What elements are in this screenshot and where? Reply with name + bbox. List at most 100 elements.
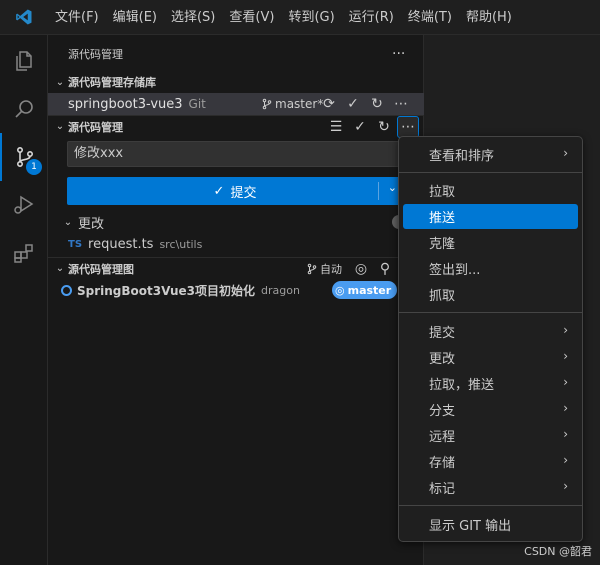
menu-item-changes[interactable]: 更改 ›: [403, 345, 578, 370]
sync-icon[interactable]: ⟳: [318, 93, 340, 115]
menu-edit[interactable]: 编辑(E): [106, 0, 164, 35]
menu-item-stash[interactable]: 存储 ›: [403, 449, 578, 474]
chevron-right-icon: ›: [563, 146, 568, 160]
menu-view[interactable]: 查看(V): [222, 0, 281, 35]
menu-terminal[interactable]: 终端(T): [401, 0, 459, 35]
menu-separator: [399, 312, 582, 313]
repositories-title: 源代码管理存储库: [68, 76, 156, 89]
branch-indicator[interactable]: master*: [261, 97, 323, 111]
menu-item-clone[interactable]: 克隆: [403, 230, 578, 255]
menu-item-label: 标记: [429, 482, 456, 497]
menu-help[interactable]: 帮助(H): [459, 0, 519, 35]
search-icon[interactable]: [0, 85, 48, 133]
repository-row[interactable]: springboot3-vue3 Git master* ⟳ ✓ ↻ ⋯: [48, 93, 424, 115]
chevron-right-icon: ›: [563, 323, 568, 337]
chevron-down-icon[interactable]: ⌄: [388, 181, 397, 194]
source-control-icon[interactable]: 1: [0, 133, 48, 181]
menu-item-tags[interactable]: 标记 ›: [403, 475, 578, 500]
check-icon: ✓: [213, 183, 225, 199]
menu-item-label: 拉取，推送: [429, 378, 495, 393]
repository-type: Git: [188, 97, 206, 111]
menu-item-label: 签出到...: [429, 263, 481, 278]
scm-section-header[interactable]: ⌄ 源代码管理 ☰ ✓ ↻ ⋯: [48, 115, 424, 138]
menu-go[interactable]: 转到(G): [281, 0, 341, 35]
target-icon[interactable]: ◎: [350, 258, 372, 280]
changed-file-row[interactable]: TS request.ts src\utils: [48, 233, 424, 255]
scm-more-icon[interactable]: ⋯: [397, 115, 419, 138]
graph-auto-label: 自动: [320, 262, 342, 276]
menu-item-label: 显示 GIT 输出: [429, 519, 512, 534]
menu-item-checkout[interactable]: 签出到...: [403, 256, 578, 281]
title-bar: 文件(F) 编辑(E) 选择(S) 查看(V) 转到(G) 运行(R) 终端(T…: [0, 0, 600, 35]
menu-file[interactable]: 文件(F): [48, 0, 106, 35]
target-icon: ◎: [335, 283, 345, 297]
menu-item-commit[interactable]: 提交 ›: [403, 319, 578, 344]
view-list-icon[interactable]: ☰: [325, 116, 347, 138]
graph-commit-row[interactable]: SpringBoot3Vue3项目初始化 dragon ◎ master: [48, 279, 424, 301]
extensions-icon[interactable]: [0, 229, 48, 277]
file-name: request.ts: [88, 236, 154, 252]
branch-badge: ◎ master: [332, 281, 398, 299]
menu-item-label: 查看和排序: [429, 149, 495, 164]
typescript-icon: TS: [68, 238, 83, 250]
menu-item-label: 存储: [429, 456, 456, 471]
menu-item-pull[interactable]: 拉取: [403, 178, 578, 203]
menu-separator: [399, 172, 582, 173]
sidebar-title: 源代码管理: [68, 48, 123, 61]
menu-item-view-sort[interactable]: 查看和排序 ›: [403, 142, 578, 167]
chevron-right-icon: ›: [563, 453, 568, 467]
chevron-right-icon: ›: [563, 401, 568, 415]
menu-item-label: 分支: [429, 404, 456, 419]
menu-separator: [399, 505, 582, 506]
branch-badge-label: master: [347, 283, 392, 297]
sidebar-header: 源代码管理 ···: [48, 43, 424, 65]
sidebar-more-button[interactable]: ···: [392, 46, 405, 62]
menu-item-branch[interactable]: 分支 ›: [403, 397, 578, 422]
repository-name: springboot3-vue3: [68, 96, 183, 112]
menu-item-label: 提交: [429, 326, 456, 341]
branch-name: master*: [275, 97, 324, 111]
file-path: src\utils: [159, 237, 203, 251]
commit-button[interactable]: ✓ 提交 ⌄: [67, 177, 403, 205]
menu-item-show-git-output[interactable]: 显示 GIT 输出: [403, 512, 578, 537]
chevron-down-icon: ⌄: [55, 121, 65, 132]
explorer-icon[interactable]: [0, 37, 48, 85]
menu-item-push[interactable]: 推送: [403, 204, 578, 229]
scm-more-context-menu: 查看和排序 › 拉取 推送 克隆 签出到... 抓取 提交 › 更改 › 拉取，推送 ›…: [398, 136, 583, 542]
repo-more-icon[interactable]: ⋯: [390, 93, 412, 115]
menu-run[interactable]: 运行(R): [342, 0, 401, 35]
graph-section-header[interactable]: ⌄ 源代码管理图 自动 ◎ ⚲: [48, 257, 424, 279]
refresh-icon[interactable]: ↻: [373, 116, 395, 138]
repositories-section-header[interactable]: ⌄ 源代码管理存储库: [48, 71, 424, 93]
watermark: CSDN @韶君: [524, 545, 592, 558]
chevron-down-icon: ⌄: [55, 76, 65, 88]
commit-message: SpringBoot3Vue3项目初始化: [77, 283, 256, 298]
menu-item-pull-push[interactable]: 拉取，推送 ›: [403, 371, 578, 396]
commit-message-value: 修改xxx: [74, 146, 124, 161]
fetch-icon[interactable]: ⚲: [374, 258, 396, 280]
menu-item-label: 拉取: [429, 185, 456, 200]
menu-selection[interactable]: 选择(S): [164, 0, 222, 35]
commit-message-input[interactable]: 修改xxx: [67, 141, 403, 167]
commit-node-icon: [61, 284, 72, 296]
commit-check-icon[interactable]: ✓: [342, 93, 364, 115]
menu-item-label: 抓取: [429, 289, 456, 304]
menu-item-label: 推送: [429, 211, 456, 226]
menu-item-fetch[interactable]: 抓取: [403, 282, 578, 307]
run-debug-icon[interactable]: [0, 181, 48, 229]
changes-group-header[interactable]: ⌄ 更改: [48, 211, 424, 233]
menu-item-label: 克隆: [429, 237, 456, 252]
activity-bar: 1: [0, 35, 48, 565]
graph-auto-button[interactable]: 自动: [306, 261, 342, 277]
refresh-icon[interactable]: ↻: [366, 93, 388, 115]
graph-title: 源代码管理图: [68, 262, 134, 276]
commit-check-icon[interactable]: ✓: [349, 116, 371, 138]
chevron-right-icon: ›: [563, 349, 568, 363]
chevron-right-icon: ›: [563, 479, 568, 493]
chevron-right-icon: ›: [563, 375, 568, 389]
scm-title: 源代码管理: [68, 120, 123, 134]
button-divider: [378, 182, 379, 200]
menu-item-label: 更改: [429, 352, 456, 367]
source-control-badge: 1: [26, 159, 42, 175]
menu-item-remote[interactable]: 远程 ›: [403, 423, 578, 448]
